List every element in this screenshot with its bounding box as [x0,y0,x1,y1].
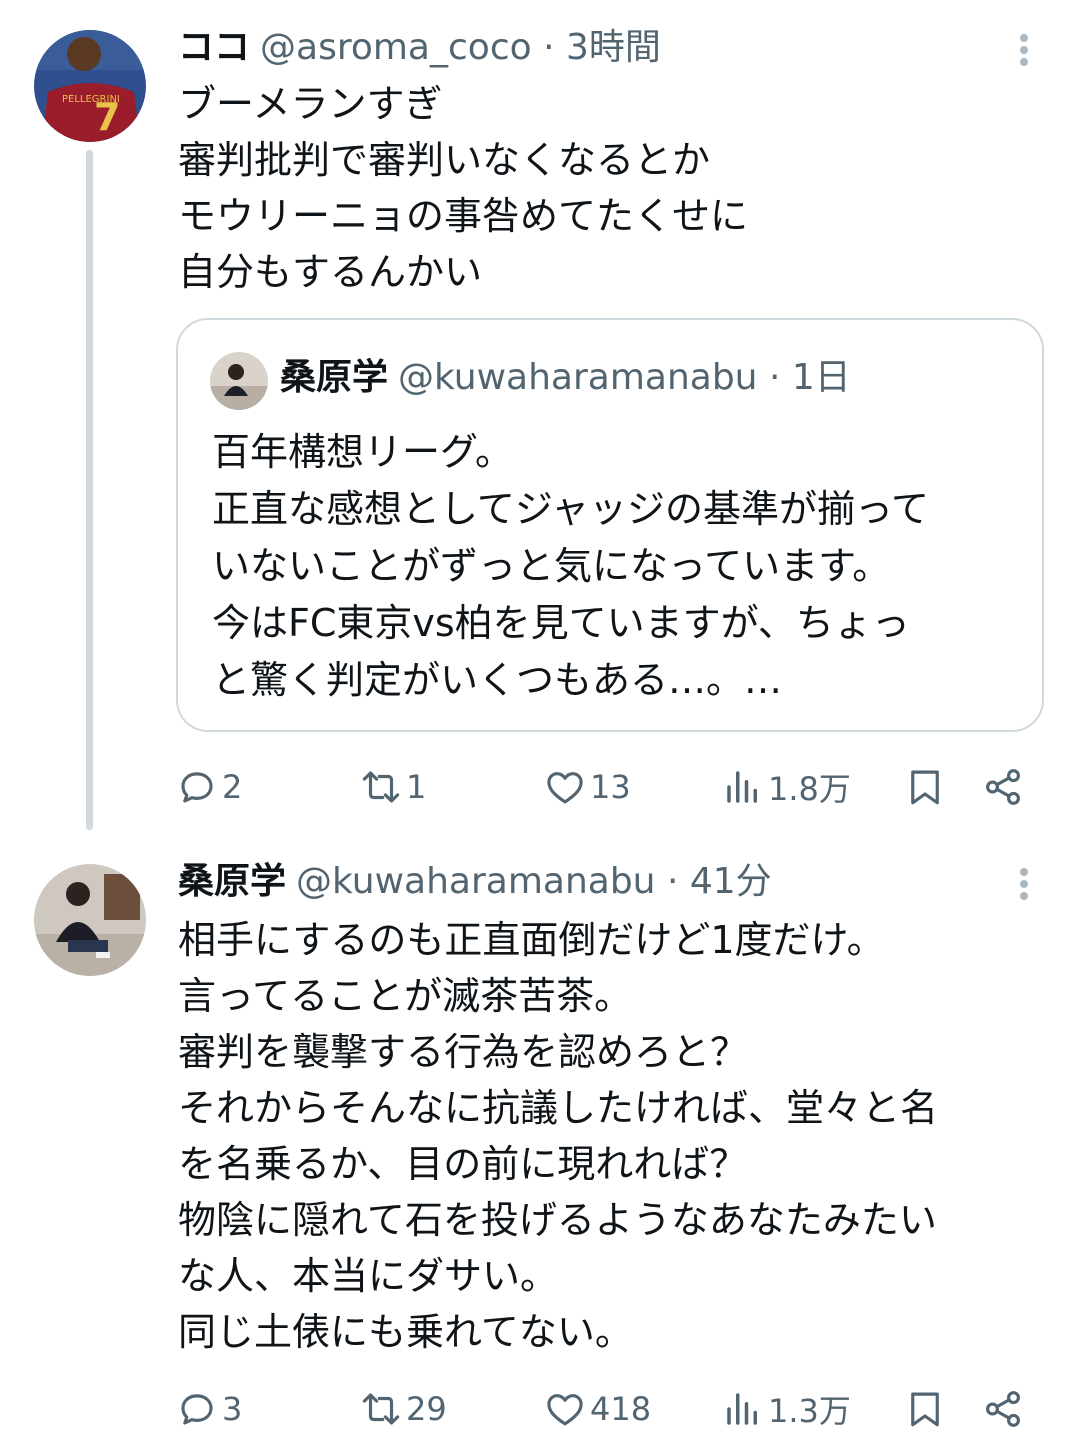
quoted-header: 桑原学 @kuwaharamanabu · 1日 [280,356,851,400]
views-icon [727,1393,757,1425]
tweet-line: 自分もするんかい [178,250,483,294]
display-name[interactable]: 桑原学 [178,861,286,902]
reply-count: 2 [222,768,243,806]
retweet-count: 29 [406,1390,447,1428]
retweet-icon [362,1393,400,1425]
reply-icon [181,772,213,803]
quoted-line: 百年構想リーグ。 [212,430,513,474]
retweet-icon [362,771,400,803]
share-button[interactable] [982,1384,1024,1434]
more-options-icon[interactable] [1012,864,1036,908]
share-button[interactable] [982,762,1024,812]
reply-button[interactable]: 3 [176,1384,242,1434]
tweet-line: 審判批判で審判いなくなるとか [178,138,711,182]
tweet-line: モウリーニョの事咎めてたくせに [178,194,749,238]
bookmark-icon [911,1392,939,1427]
tweet-line: それからそんなに抗議したければ、堂々と名 [178,1086,939,1130]
more-options-icon[interactable] [1012,30,1036,74]
quoted-line: 今はFC東京vs柏を見ていますが、ちょっ [212,601,910,645]
quoted-display-name: 桑原学 [280,357,389,398]
tweet-line: 相手にするのも正直面倒だけど1度だけ。 [178,918,885,962]
tweet-text: ブーメランすぎ 審判批判で審判いなくなるとか モウリーニョの事咎めてたくせに 自… [178,76,1058,300]
reply-count: 3 [222,1390,243,1428]
tweet-header: ココ @asroma_coco · 3時間 [178,26,661,70]
like-button[interactable]: 13 [544,762,631,812]
quoted-user-handle: @kuwaharamanabu [398,357,758,398]
quoted-timestamp: 1日 [791,357,851,398]
views-button[interactable]: 1.8万 [722,762,851,812]
tweet-line: ブーメランすぎ [178,82,443,126]
separator-dot: · [543,27,555,68]
heart-icon [547,772,583,804]
quoted-tweet[interactable]: 桑原学 @kuwaharamanabu · 1日 百年構想リーグ。 正直な感想とし… [176,318,1044,732]
bookmark-button[interactable] [904,762,946,812]
quoted-avatar [210,352,268,410]
user-handle[interactable]: @asroma_coco [260,27,532,68]
reply-button[interactable]: 2 [176,762,242,812]
tweet-line: 同じ土俵にも乗れてない。 [178,1310,633,1354]
tweet-header: 桑原学 @kuwaharamanabu · 41分 [178,860,772,904]
view-count: 1.8万 [768,770,851,808]
share-icon [986,1391,1020,1427]
retweet-button[interactable]: 1 [360,762,426,812]
tweet-line: 審判を襲撃する行為を認めろと？ [178,1030,749,1074]
like-count: 418 [590,1390,652,1428]
thread-line [86,150,93,830]
like-button[interactable]: 418 [544,1384,651,1434]
views-button[interactable]: 1.3万 [722,1384,851,1434]
view-count: 1.3万 [768,1392,851,1430]
timestamp[interactable]: 3時間 [566,27,661,68]
separator-dot: · [768,357,781,398]
tweet-text: 相手にするのも正直面倒だけど1度だけ。 言ってることが滅茶苦茶。 審判を襲撃する… [178,912,1058,1360]
retweet-count: 1 [406,768,427,806]
timestamp[interactable]: 41分 [690,861,772,902]
quoted-line: 正直な感想としてジャッジの基準が揃って [212,487,930,531]
tweet-2[interactable]: 桑原学 @kuwaharamanabu · 41分 相手にするのも正直面倒だけど1… [0,840,1080,1439]
avatar[interactable] [34,864,146,976]
tweet-line: な人、本当にダサい。 [178,1254,559,1298]
like-count: 13 [590,768,631,806]
tweet-1[interactable]: 7 PELLEGRINI ココ @asroma_coco · 3時間 ブーメランす… [0,0,1080,840]
bookmark-button[interactable] [904,1384,946,1434]
tweet-line: 言ってることが滅茶苦茶。 [178,974,633,1018]
tweet-line: を名乗るか、目の前に現れれば？ [178,1142,748,1186]
bookmark-icon [911,770,939,805]
reply-icon [181,1394,213,1425]
action-bar: 2 1 13 1.8万 [176,762,1036,812]
avatar[interactable]: 7 PELLEGRINI [34,30,146,142]
tweet-line: 物陰に隠れて石を投げるようなあなたみたい [178,1198,937,1242]
views-icon [727,771,757,803]
display-name[interactable]: ココ [178,27,250,68]
share-icon [986,769,1020,805]
svg-text:PELLEGRINI: PELLEGRINI [62,94,120,105]
user-handle[interactable]: @kuwaharamanabu [296,861,655,902]
quoted-line: いないことがずっと気になっています。 [212,544,891,588]
quoted-line: と驚く判定がいくつもある…。… [212,658,783,702]
retweet-button[interactable]: 29 [360,1384,447,1434]
separator-dot: · [666,861,679,902]
action-bar: 3 29 418 1.3万 [176,1384,1036,1434]
quoted-text: 百年構想リーグ。 正直な感想としてジャッジの基準が揃って いないことがずっと気に… [212,424,1032,709]
heart-icon [547,1394,583,1426]
